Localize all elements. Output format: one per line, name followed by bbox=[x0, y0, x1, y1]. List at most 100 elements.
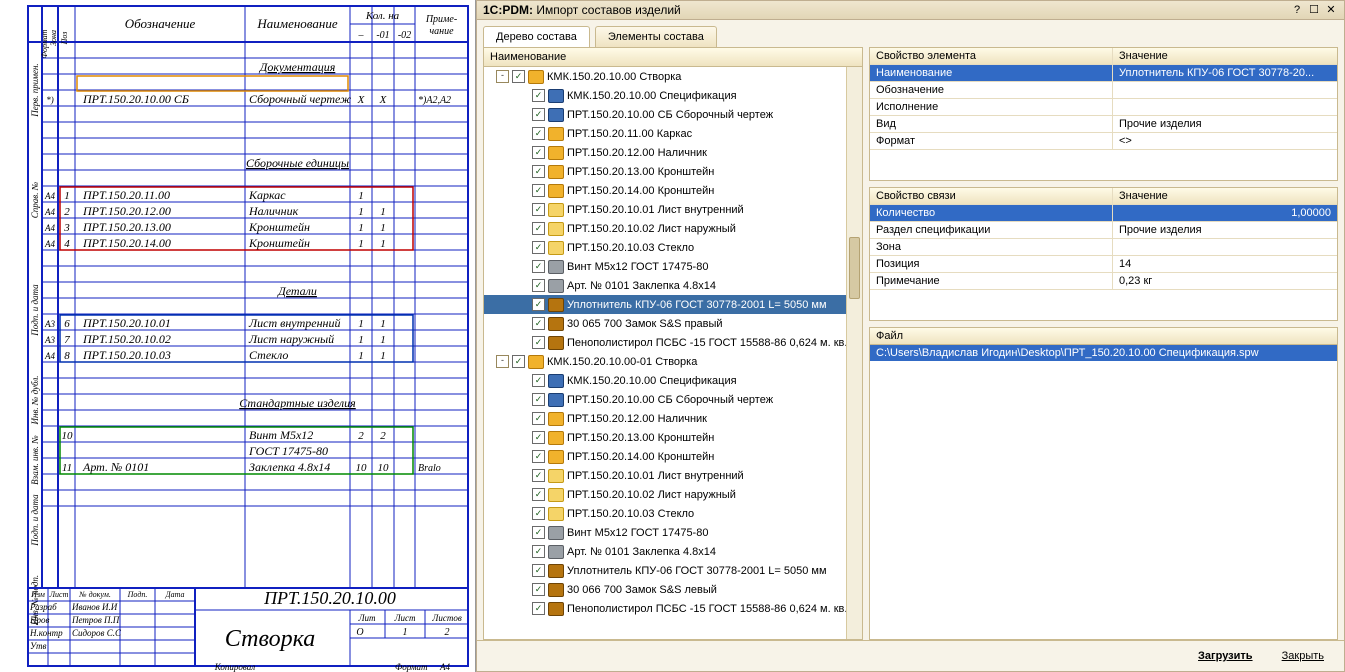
tree-checkbox[interactable] bbox=[532, 127, 545, 140]
tree-node[interactable]: Арт. № 0101 Заклепка 4.8х14 bbox=[484, 276, 862, 295]
tree-label: ПРТ.150.20.10.00 СБ Сборочный чертеж bbox=[567, 109, 773, 121]
tree-node[interactable]: ПРТ.150.20.10.02 Лист наружный bbox=[484, 485, 862, 504]
property-row[interactable]: Раздел спецификацииПрочие изделия bbox=[870, 222, 1337, 239]
tree-checkbox[interactable] bbox=[532, 260, 545, 273]
help-button[interactable]: ? bbox=[1290, 4, 1304, 17]
tree-checkbox[interactable] bbox=[532, 374, 545, 387]
tree-checkbox[interactable] bbox=[532, 108, 545, 121]
tree-checkbox[interactable] bbox=[532, 146, 545, 159]
tree-checkbox[interactable] bbox=[512, 355, 525, 368]
scrollbar-thumb[interactable] bbox=[849, 237, 860, 299]
tree-checkbox[interactable] bbox=[532, 298, 545, 311]
tree-node[interactable]: ПРТ.150.20.10.02 Лист наружный bbox=[484, 219, 862, 238]
tree-checkbox[interactable] bbox=[532, 545, 545, 558]
tree-node[interactable]: КМК.150.20.10.00 Спецификация bbox=[484, 86, 862, 105]
property-row[interactable]: ВидПрочие изделия bbox=[870, 116, 1337, 133]
svg-text:8: 8 bbox=[64, 350, 70, 362]
tree-node[interactable]: ПРТ.150.20.10.00 СБ Сборочный чертеж bbox=[484, 390, 862, 409]
tree-checkbox[interactable] bbox=[532, 431, 545, 444]
tree-node[interactable]: ПРТ.150.20.12.00 Наличник bbox=[484, 143, 862, 162]
property-row[interactable]: Исполнение bbox=[870, 99, 1337, 116]
tree-node[interactable]: Арт. № 0101 Заклепка 4.8х14 bbox=[484, 542, 862, 561]
pkg-icon bbox=[548, 450, 564, 464]
close-dialog-button[interactable]: Закрыть bbox=[1272, 647, 1334, 665]
property-row[interactable]: Примечание0,23 кг bbox=[870, 273, 1337, 290]
maximize-button[interactable]: ☐ bbox=[1307, 4, 1321, 17]
tree-node[interactable]: Пенополистирол ПСБС -15 ГОСТ 15588-86 0,… bbox=[484, 333, 862, 352]
tree-node[interactable]: Уплотнитель КПУ-06 ГОСТ 30778-2001 L= 50… bbox=[484, 295, 862, 314]
std-icon bbox=[548, 545, 564, 559]
tree-node[interactable]: ПРТ.150.20.10.03 Стекло bbox=[484, 504, 862, 523]
tree-checkbox[interactable] bbox=[532, 412, 545, 425]
part-icon bbox=[548, 469, 564, 483]
property-row[interactable]: Количество1,00000 bbox=[870, 205, 1337, 222]
tree-checkbox[interactable] bbox=[532, 279, 545, 292]
tree-checkbox[interactable] bbox=[532, 507, 545, 520]
tree-node[interactable]: Пенополистирол ПСБС -15 ГОСТ 15588-86 0,… bbox=[484, 599, 862, 618]
tree-toggle[interactable]: - bbox=[496, 355, 509, 368]
tree-node[interactable]: ПРТ.150.20.12.00 Наличник bbox=[484, 409, 862, 428]
svg-text:1: 1 bbox=[380, 350, 386, 362]
tree-label: КМК.150.20.10.00-01 Створка bbox=[547, 356, 697, 368]
property-row[interactable]: Обозначение bbox=[870, 82, 1337, 99]
tree-node[interactable]: ПРТ.150.20.13.00 Кронштейн bbox=[484, 428, 862, 447]
svg-text:-02: -02 bbox=[398, 30, 411, 41]
tree-node[interactable]: Уплотнитель КПУ-06 ГОСТ 30778-2001 L= 50… bbox=[484, 561, 862, 580]
tree-toggle[interactable]: - bbox=[496, 70, 509, 83]
tree-node[interactable]: ПРТ.150.20.11.00 Каркас bbox=[484, 124, 862, 143]
tree-node[interactable]: - КМК.150.20.10.00 Створка bbox=[484, 67, 862, 86]
property-key: Вид bbox=[870, 116, 1113, 132]
svg-text:2: 2 bbox=[380, 430, 386, 442]
tree-node[interactable]: 30 065 700 Замок S&S правый bbox=[484, 314, 862, 333]
tree-node[interactable]: ПРТ.150.20.13.00 Кронштейн bbox=[484, 162, 862, 181]
svg-text:Детали: Детали bbox=[277, 284, 317, 298]
tree-checkbox[interactable] bbox=[532, 602, 545, 615]
property-row[interactable]: Зона bbox=[870, 239, 1337, 256]
property-row[interactable]: Формат<> bbox=[870, 133, 1337, 150]
tree-checkbox[interactable] bbox=[532, 583, 545, 596]
tree-checkbox[interactable] bbox=[532, 241, 545, 254]
tree-node[interactable]: ПРТ.150.20.14.00 Кронштейн bbox=[484, 447, 862, 466]
tree-checkbox[interactable] bbox=[532, 89, 545, 102]
property-row[interactable]: НаименованиеУплотнитель КПУ-06 ГОСТ 3077… bbox=[870, 65, 1337, 82]
tree-checkbox[interactable] bbox=[532, 393, 545, 406]
tree-checkbox[interactable] bbox=[532, 165, 545, 178]
tab-tree[interactable]: Дерево состава bbox=[483, 26, 590, 47]
file-path[interactable]: C:\Users\Владислав Игодин\Desktop\ПРТ_15… bbox=[870, 345, 1337, 361]
pkg-icon bbox=[548, 165, 564, 179]
tree-node[interactable]: ПРТ.150.20.14.00 Кронштейн bbox=[484, 181, 862, 200]
tree-checkbox[interactable] bbox=[512, 70, 525, 83]
tree-checkbox[interactable] bbox=[532, 336, 545, 349]
tree-node[interactable]: 30 066 700 Замок S&S левый bbox=[484, 580, 862, 599]
tree-checkbox[interactable] bbox=[532, 317, 545, 330]
close-button[interactable]: ✕ bbox=[1324, 4, 1338, 17]
svg-text:А4: А4 bbox=[44, 191, 55, 201]
tree-checkbox[interactable] bbox=[532, 203, 545, 216]
tab-elements[interactable]: Элементы состава bbox=[595, 26, 717, 47]
tree-node[interactable]: ПРТ.150.20.10.01 Лист внутренний bbox=[484, 466, 862, 485]
property-value: 1,00000 bbox=[1113, 205, 1337, 221]
tree-scrollbar[interactable] bbox=[846, 67, 862, 639]
tree-checkbox[interactable] bbox=[532, 526, 545, 539]
tree-node[interactable]: - КМК.150.20.10.00-01 Створка bbox=[484, 352, 862, 371]
oth-icon bbox=[548, 564, 564, 578]
load-button[interactable]: Загрузить bbox=[1188, 647, 1263, 665]
tree-node[interactable]: ПРТ.150.20.10.01 Лист внутренний bbox=[484, 200, 862, 219]
tree-node[interactable]: ПРТ.150.20.10.03 Стекло bbox=[484, 238, 862, 257]
svg-text:А4: А4 bbox=[44, 207, 55, 217]
tree-label: КМК.150.20.10.00 Створка bbox=[547, 71, 681, 83]
tree-checkbox[interactable] bbox=[532, 450, 545, 463]
tree-node[interactable]: КМК.150.20.10.00 Спецификация bbox=[484, 371, 862, 390]
svg-text:Приме-: Приме- bbox=[425, 14, 457, 25]
tree-node[interactable]: Винт М5х12 ГОСТ 17475-80 bbox=[484, 257, 862, 276]
tree-checkbox[interactable] bbox=[532, 184, 545, 197]
property-row[interactable]: Позиция14 bbox=[870, 256, 1337, 273]
tree-node[interactable]: Винт М5х12 ГОСТ 17475-80 bbox=[484, 523, 862, 542]
tree-checkbox[interactable] bbox=[532, 488, 545, 501]
tree-node[interactable]: ПРТ.150.20.10.00 СБ Сборочный чертеж bbox=[484, 105, 862, 124]
tree-checkbox[interactable] bbox=[532, 469, 545, 482]
tree-checkbox[interactable] bbox=[532, 564, 545, 577]
tree-checkbox[interactable] bbox=[532, 222, 545, 235]
property-value: Прочие изделия bbox=[1113, 116, 1337, 132]
tree[interactable]: - КМК.150.20.10.00 Створка КМК.150.20.10.0… bbox=[484, 67, 862, 639]
